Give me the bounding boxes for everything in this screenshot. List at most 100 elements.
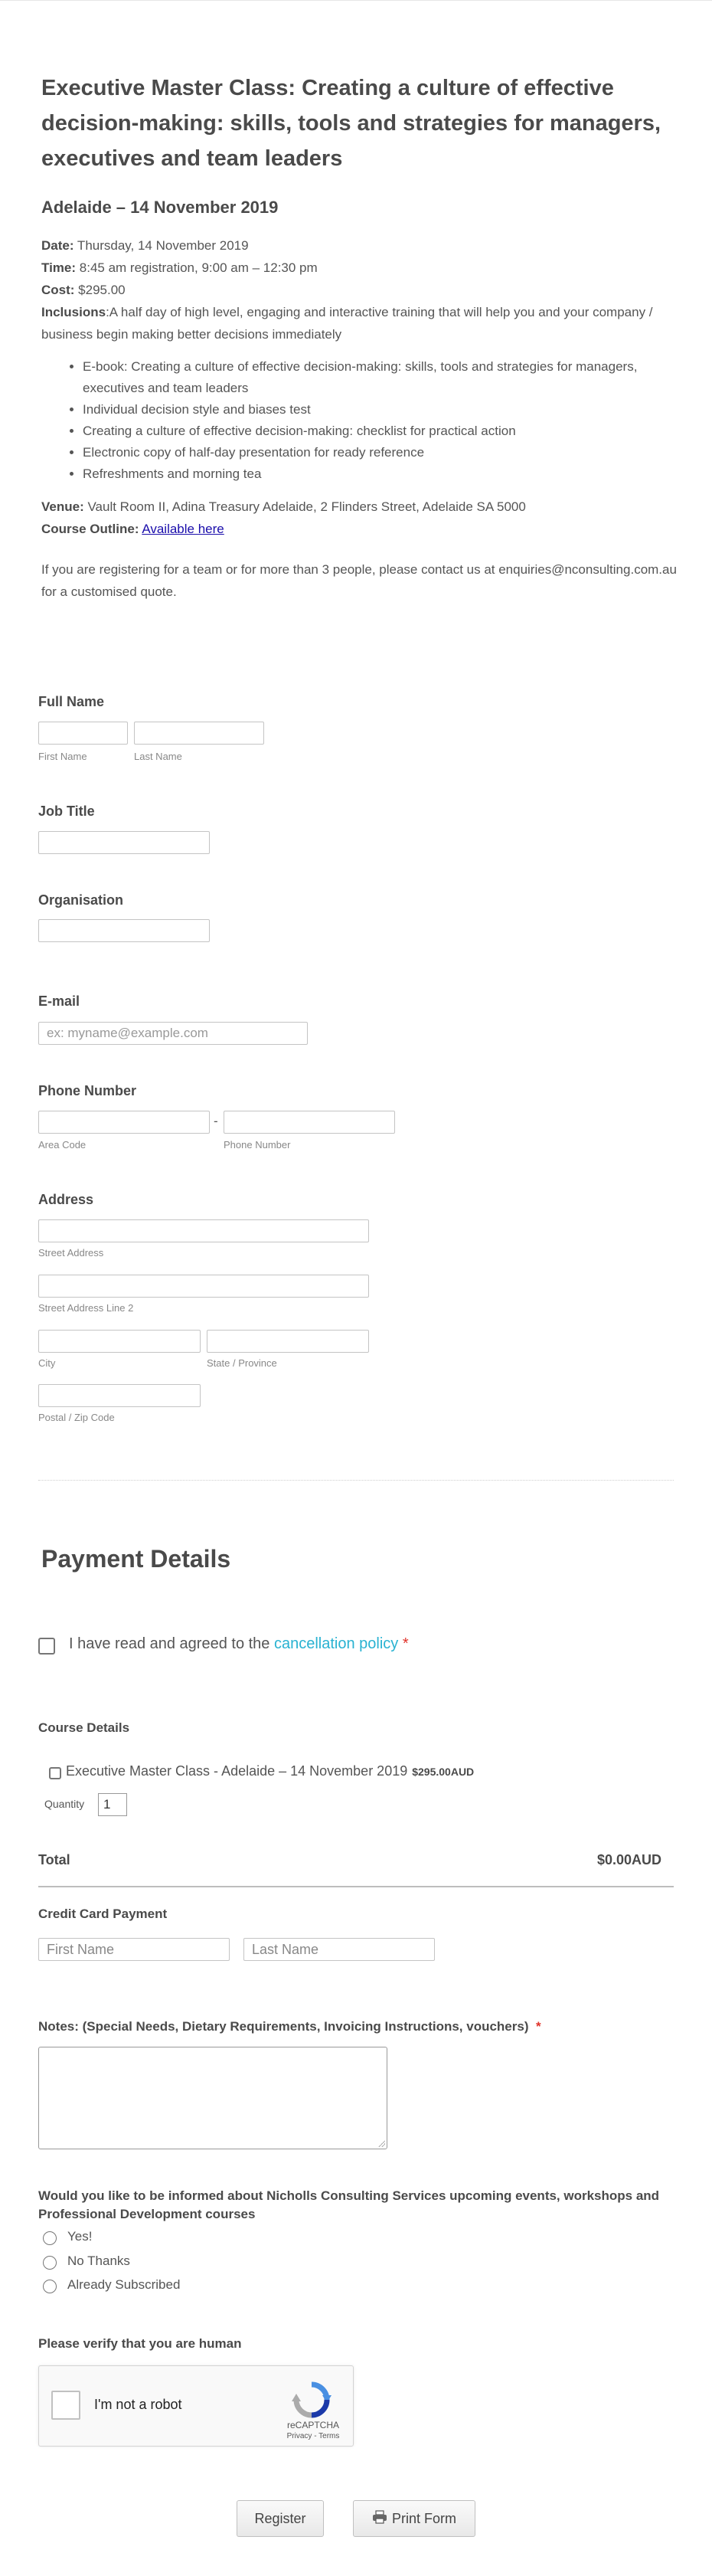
recaptcha-brand: reCAPTCHA bbox=[286, 2420, 339, 2430]
city-input[interactable] bbox=[38, 1330, 201, 1353]
list-item: Refreshments and morning tea bbox=[83, 463, 677, 485]
course-outline-link[interactable]: Available here bbox=[142, 522, 224, 536]
cancellation-policy-label: I have read and agreed to the cancellati… bbox=[69, 1635, 409, 1653]
cost-label: Cost: bbox=[41, 283, 75, 297]
notes-textarea[interactable] bbox=[38, 2047, 387, 2149]
job-title-label: Job Title bbox=[38, 804, 95, 819]
area-code-input[interactable] bbox=[38, 1111, 210, 1134]
radio-already-subscribed[interactable] bbox=[43, 2280, 57, 2293]
printer-icon bbox=[372, 2502, 387, 2537]
required-marker: * bbox=[535, 2019, 541, 2034]
event-description: Executive Master Class: Creating a cultu… bbox=[41, 70, 677, 603]
city-sublabel: City bbox=[38, 1357, 56, 1369]
email-field[interactable]: ex: myname@example.com bbox=[38, 1022, 308, 1045]
verify-label: Please verify that you are human bbox=[38, 2336, 242, 2351]
event-time: Time: 8:45 am registration, 9:00 am – 12… bbox=[41, 257, 677, 279]
event-inclusions: Inclusions:A half day of high level, eng… bbox=[41, 301, 677, 345]
course-outline: Course Outline: Available here bbox=[41, 518, 677, 540]
required-marker: * bbox=[402, 1635, 409, 1652]
event-subtitle: Adelaide – 14 November 2019 bbox=[41, 198, 279, 217]
registration-page: Executive Master Class: Creating a cultu… bbox=[0, 0, 712, 2576]
cancellation-policy-checkbox[interactable] bbox=[38, 1638, 55, 1655]
phone-number-sublabel: Phone Number bbox=[224, 1139, 291, 1151]
last-name-sublabel: Last Name bbox=[134, 751, 182, 762]
organisation-input[interactable] bbox=[38, 919, 210, 942]
inclusions-value: :A half day of high level, engaging and … bbox=[41, 305, 653, 342]
list-item: E-book: Creating a culture of effective … bbox=[83, 356, 677, 399]
recaptcha-checkbox[interactable] bbox=[51, 2391, 80, 2420]
total-divider bbox=[38, 1886, 674, 1887]
top-divider bbox=[0, 0, 712, 1]
organisation-label: Organisation bbox=[38, 892, 124, 908]
job-title-input[interactable] bbox=[38, 831, 210, 854]
list-item: Electronic copy of half-day presentation… bbox=[83, 442, 677, 463]
address-label: Address bbox=[38, 1192, 94, 1207]
recaptcha-terms-link[interactable]: Privacy - Terms bbox=[281, 2432, 345, 2440]
print-form-button[interactable]: Print Form bbox=[353, 2500, 475, 2537]
total-label: Total bbox=[38, 1852, 70, 1867]
cost-value: $295.00 bbox=[74, 283, 126, 297]
page-title: Executive Master Class: Creating a cultu… bbox=[41, 76, 661, 171]
register-button[interactable]: Register bbox=[237, 2500, 324, 2537]
phone-number-input[interactable] bbox=[224, 1111, 395, 1134]
payment-heading: Payment Details bbox=[41, 1545, 231, 1573]
phone-dash: - bbox=[214, 1114, 218, 1128]
agree-text: I have read and agreed to the bbox=[69, 1635, 274, 1652]
radio-yes-label: Yes! bbox=[67, 2229, 93, 2244]
street-address-sublabel: Street Address bbox=[38, 1247, 104, 1259]
course-item: Executive Master Class - Adelaide – 14 N… bbox=[66, 1763, 474, 1779]
street-address-input[interactable] bbox=[38, 1219, 369, 1242]
recaptcha-label: I'm not a robot bbox=[94, 2397, 182, 2412]
section-divider bbox=[38, 1480, 674, 1481]
resize-handle-icon[interactable] bbox=[377, 2139, 385, 2147]
street-address-2-input[interactable] bbox=[38, 1275, 369, 1298]
radio-already-subscribed-label: Already Subscribed bbox=[67, 2277, 181, 2292]
cc-first-name-input[interactable]: First Name bbox=[38, 1938, 230, 1961]
full-name-label: Full Name bbox=[38, 694, 105, 709]
inform-question: Would you like to be informed about Nich… bbox=[38, 2188, 660, 2221]
area-code-sublabel: Area Code bbox=[38, 1139, 87, 1151]
credit-card-label: Credit Card Payment bbox=[38, 1907, 168, 1921]
event-date: Date: Thursday, 14 November 2019 bbox=[41, 234, 677, 257]
print-form-label: Print Form bbox=[391, 2511, 456, 2526]
course-details-label: Course Details bbox=[38, 1720, 130, 1735]
postal-code-input[interactable] bbox=[38, 1384, 201, 1407]
quantity-label: Quantity bbox=[44, 1798, 85, 1810]
course-item-checkbox[interactable] bbox=[49, 1767, 61, 1779]
venue-value: Vault Room II, Adina Treasury Adelaide, … bbox=[83, 499, 526, 514]
event-venue: Venue: Vault Room II, Adina Treasury Ade… bbox=[41, 496, 677, 518]
cancellation-policy-link[interactable]: cancellation policy bbox=[274, 1635, 398, 1652]
course-item-label: Executive Master Class - Adelaide – 14 N… bbox=[66, 1763, 408, 1779]
street-address-2-sublabel: Street Address Line 2 bbox=[38, 1302, 134, 1314]
state-input[interactable] bbox=[207, 1330, 369, 1353]
venue-label: Venue: bbox=[41, 499, 84, 514]
time-label: Time: bbox=[41, 260, 77, 275]
date-value: Thursday, 14 November 2019 bbox=[73, 238, 249, 253]
phone-label: Phone Number bbox=[38, 1083, 137, 1098]
time-value: 8:45 am registration, 9:00 am – 12:30 pm bbox=[76, 260, 318, 275]
state-sublabel: State / Province bbox=[207, 1357, 277, 1369]
cc-last-name-input[interactable]: Last Name bbox=[243, 1938, 435, 1961]
notes-label-text: Notes: (Special Needs, Dietary Requireme… bbox=[38, 2019, 529, 2034]
event-cost: Cost: $295.00 bbox=[41, 279, 677, 301]
quantity-stepper[interactable]: 1 bbox=[98, 1793, 127, 1816]
team-contact-note: If you are registering for a team or for… bbox=[41, 562, 677, 599]
radio-no-thanks[interactable] bbox=[43, 2256, 57, 2270]
recaptcha-widget: I'm not a robot reCAPTCHA Privacy - Term… bbox=[38, 2365, 354, 2447]
first-name-input[interactable] bbox=[38, 722, 128, 745]
radio-yes[interactable] bbox=[43, 2231, 57, 2245]
notes-label: Notes: (Special Needs, Dietary Requireme… bbox=[38, 2019, 541, 2034]
email-label: E-mail bbox=[38, 993, 80, 1009]
first-name-sublabel: First Name bbox=[38, 751, 87, 762]
outline-label: Course Outline: bbox=[41, 522, 139, 536]
postal-code-sublabel: Postal / Zip Code bbox=[38, 1412, 115, 1423]
list-item: Creating a culture of effective decision… bbox=[83, 421, 677, 442]
recaptcha-logo-icon bbox=[292, 2381, 332, 2418]
last-name-input[interactable] bbox=[134, 722, 264, 745]
radio-no-thanks-label: No Thanks bbox=[67, 2254, 130, 2268]
list-item: Individual decision style and biases tes… bbox=[83, 399, 677, 421]
inclusions-list: E-book: Creating a culture of effective … bbox=[41, 356, 677, 485]
inclusions-label: Inclusions bbox=[41, 305, 106, 319]
total-value: $0.00AUD bbox=[596, 1852, 661, 1867]
date-label: Date: bbox=[41, 238, 74, 253]
